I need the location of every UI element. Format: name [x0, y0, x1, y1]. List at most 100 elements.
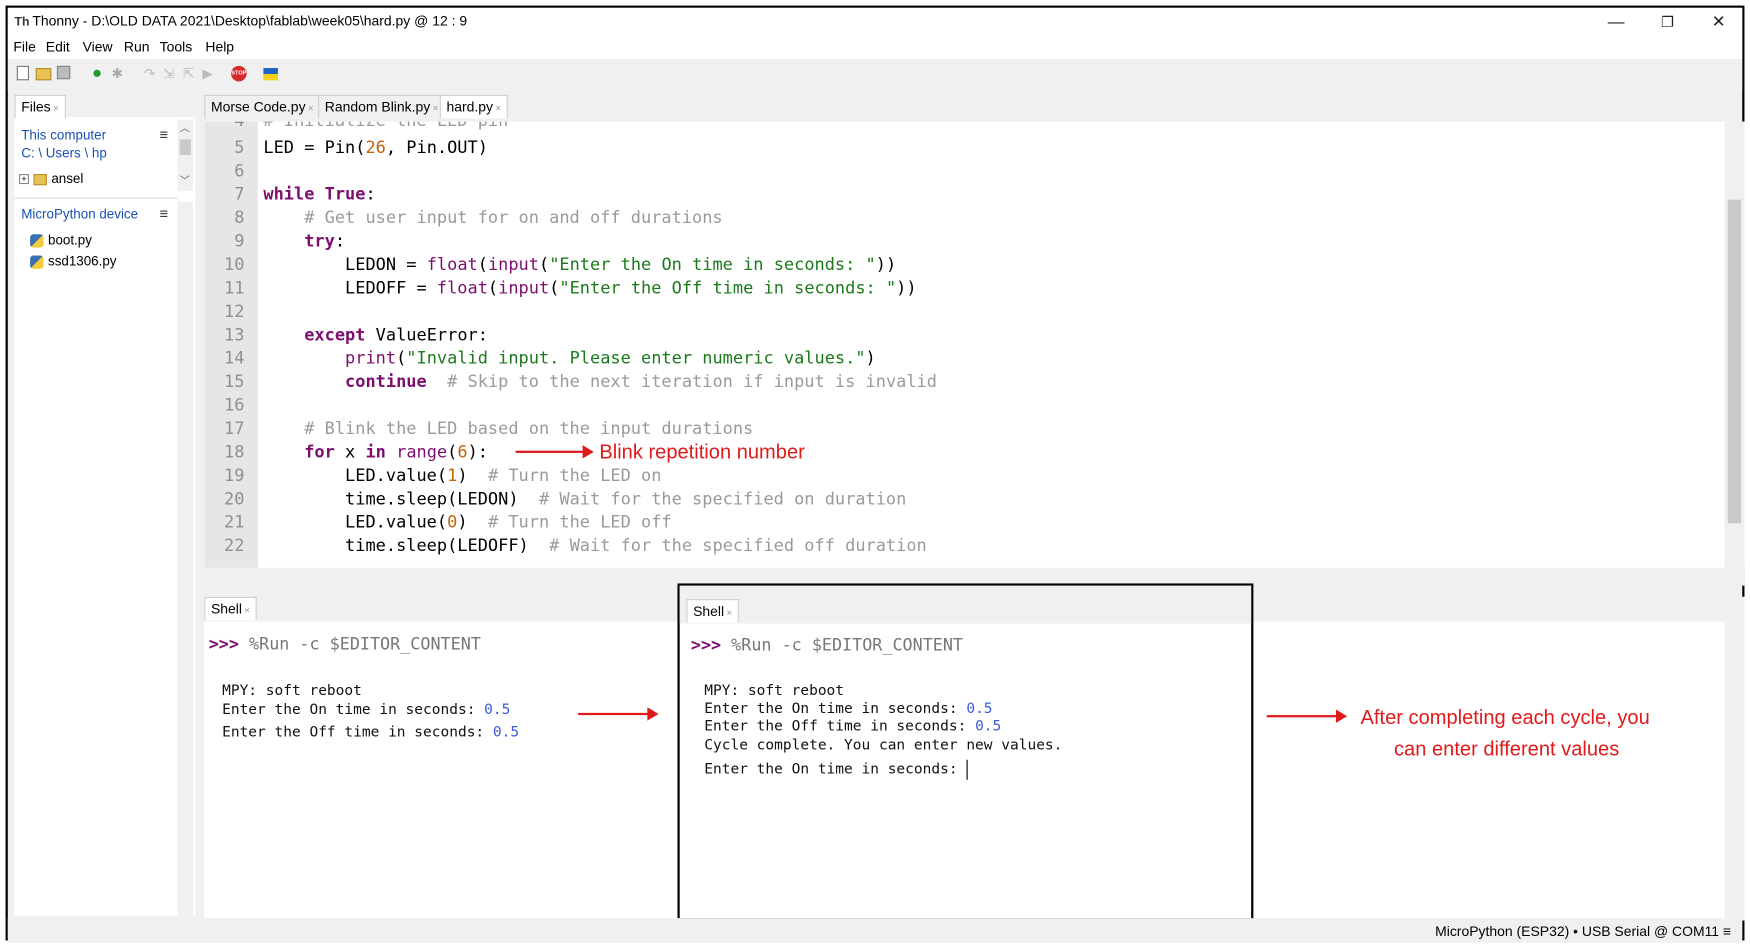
restore-button[interactable]: ❐ — [1642, 10, 1693, 35]
thonny-app-icon: Th — [14, 15, 30, 30]
interpreter-status[interactable]: MicroPython (ESP32) • USB Serial @ COM11… — [1435, 924, 1731, 940]
menu-bar: File Edit View Run Tools Help — [7, 36, 1743, 60]
menu-run[interactable]: Run — [124, 39, 150, 55]
close-button[interactable]: ✕ — [1693, 10, 1744, 35]
shell-output-line: Enter the Off time in seconds: 0.5 — [222, 724, 519, 741]
line-number: 22 — [224, 535, 245, 556]
line-number: 18 — [224, 441, 245, 462]
code-line: try: — [304, 230, 346, 252]
close-tab-icon[interactable]: × — [244, 605, 250, 616]
open-file-icon[interactable] — [35, 68, 52, 81]
line-number: 21 — [224, 512, 245, 533]
line-number: 20 — [224, 488, 245, 509]
tab-files[interactable]: Files × — [14, 94, 66, 119]
device-scrollbar[interactable] — [177, 201, 194, 916]
scroll-up-icon[interactable]: ︿ — [180, 120, 190, 135]
this-computer-link[interactable]: This computer — [21, 127, 106, 143]
tab-random-blink[interactable]: Random Blink.py × — [318, 94, 446, 119]
step-into-icon[interactable]: ⇲ — [161, 66, 177, 82]
micropython-device-label[interactable]: MicroPython device — [21, 206, 138, 222]
files-tab-strip: Files × — [14, 94, 196, 119]
menu-edit[interactable]: Edit — [46, 39, 70, 55]
shell-output-line: MPY: soft reboot — [222, 682, 362, 700]
code-line: for x in range(6): — [304, 441, 488, 462]
shell-prompt-text: Enter the Off time in seconds: — [704, 718, 976, 736]
cycle-annotation-line1: After completing each cycle, you — [1360, 706, 1650, 729]
code-line: except ValueError: — [304, 324, 488, 345]
code-line: # Blink the LED based on the input durat… — [304, 418, 754, 439]
shell-scrollbar[interactable] — [1724, 621, 1745, 921]
window-title: Thonny - D:\OLD DATA 2021\Desktop\fablab… — [32, 13, 468, 30]
local-path-link[interactable]: C: \ Users \ hp — [21, 145, 107, 161]
shell-prompt-text: Enter the Off time in seconds: — [222, 724, 493, 741]
tab-morse-code[interactable]: Morse Code.py × — [204, 94, 321, 119]
new-file-icon[interactable] — [16, 65, 30, 81]
folder-label: ansel — [51, 170, 84, 187]
debug-icon[interactable]: ✱ — [109, 66, 125, 82]
menu-help[interactable]: Help — [205, 39, 234, 55]
code-line: # Initialize the LED pin — [263, 122, 508, 131]
close-tab-icon[interactable]: × — [432, 103, 438, 114]
shell-prompt-text: Enter the On time in seconds: — [222, 701, 485, 719]
tab-shell[interactable]: Shell × — [686, 599, 739, 623]
shell-panel-overlay[interactable]: Shell × >>> %Run -c $EDITOR_CONTENT MPY: … — [677, 583, 1254, 921]
folder-row-ansel[interactable]: + ansel — [18, 170, 84, 187]
files-menu-icon[interactable]: ≡ — [160, 126, 168, 143]
line-number: 12 — [224, 301, 245, 322]
menu-view[interactable]: View — [83, 39, 113, 55]
ukraine-flag-icon[interactable] — [263, 68, 278, 81]
code-editor[interactable]: 4 5 6 7 8 9 10 11 12 13 14 15 16 17 18 1… — [204, 121, 1745, 568]
line-number: 15 — [224, 371, 245, 392]
line-number: 14 — [224, 348, 245, 369]
tab-files-label: Files — [21, 99, 51, 115]
close-tab-icon[interactable]: × — [726, 607, 732, 618]
step-out-icon[interactable]: ⇱ — [181, 66, 197, 82]
code-line: LED = Pin(26, Pin.OUT) — [263, 137, 488, 158]
code-line: continue # Skip to the next iteration if… — [345, 371, 937, 392]
device-menu-icon[interactable]: ≡ — [160, 205, 168, 222]
title-bar: Th Thonny - D:\OLD DATA 2021\Desktop\fab… — [7, 7, 1744, 37]
folder-icon — [33, 173, 47, 185]
code-line: time.sleep(LEDOFF) # Wait for the specif… — [263, 535, 927, 556]
menu-tools[interactable]: Tools — [160, 39, 193, 55]
expand-icon[interactable]: + — [18, 174, 30, 185]
run-icon[interactable]: ● — [89, 65, 105, 82]
status-bar: MicroPython (ESP32) • USB Serial @ COM11… — [7, 918, 1743, 943]
thonny-window: Th Thonny - D:\OLD DATA 2021\Desktop\fab… — [5, 5, 1745, 943]
shell-input-value: 0.5 — [492, 724, 520, 741]
shell-prompt: >>> — [690, 634, 722, 655]
code-line: LEDON = float(input("Enter the On time i… — [263, 254, 897, 275]
shell-prompt-text: Enter the On time in seconds: — [704, 700, 967, 718]
scrollbar-thumb[interactable] — [179, 139, 191, 156]
step-over-icon[interactable]: ↷ — [142, 66, 158, 82]
scrollbar-thumb[interactable] — [1727, 199, 1742, 524]
editor-scrollbar[interactable] — [1724, 121, 1745, 568]
line-number: 8 — [234, 207, 245, 228]
device-file-row[interactable]: boot.py — [30, 232, 92, 248]
code-line: # Get user input for on and off duration… — [304, 207, 723, 228]
tab-hard-py[interactable]: hard.py × — [439, 94, 508, 119]
line-number-gutter: 4 5 6 7 8 9 10 11 12 13 14 15 16 17 18 1… — [204, 121, 258, 568]
annotation-arrow — [578, 707, 659, 721]
files-scrollbar[interactable]: ︿ ﹀ — [177, 119, 194, 191]
shell-output-line: Enter the On time in seconds: 0.5 — [222, 702, 510, 719]
shell-output-line: MPY: soft reboot — [704, 682, 845, 700]
line-number: 17 — [224, 418, 245, 439]
close-tab-icon[interactable]: × — [53, 103, 59, 114]
shell-input-value: 0.5 — [966, 700, 993, 718]
code-line: LED.value(1) # Turn the LED on — [263, 465, 662, 486]
annotation-arrow — [1266, 709, 1348, 723]
stop-icon[interactable]: STOP — [231, 65, 247, 82]
save-file-icon[interactable] — [56, 65, 71, 80]
minimize-button[interactable]: — — [1590, 10, 1641, 35]
device-file-row[interactable]: ssd1306.py — [30, 253, 117, 269]
close-tab-icon[interactable]: × — [308, 103, 314, 114]
divider — [14, 197, 178, 199]
shell-command-line: >>> %Run -c $EDITOR_CONTENT — [209, 634, 481, 654]
tab-shell[interactable]: Shell × — [204, 596, 257, 621]
scroll-down-icon[interactable]: ﹀ — [180, 173, 190, 188]
menu-file[interactable]: File — [13, 39, 35, 55]
resume-icon[interactable]: ▶ — [200, 66, 216, 82]
close-tab-icon[interactable]: × — [495, 103, 501, 114]
line-number: 9 — [234, 230, 245, 252]
